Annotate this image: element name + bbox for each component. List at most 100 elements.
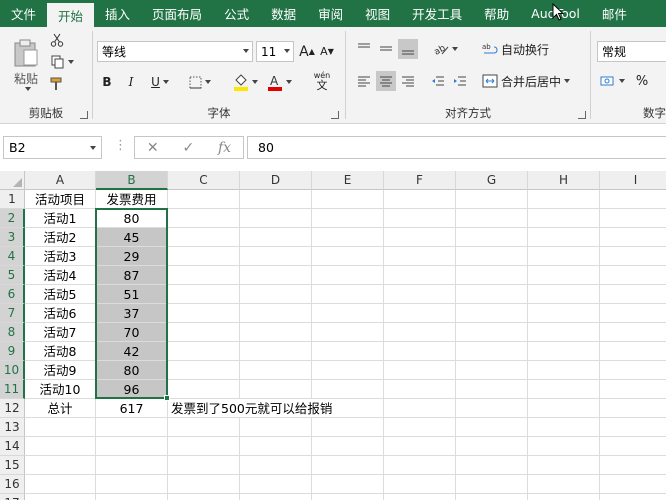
column-header-i[interactable]: I	[600, 171, 666, 190]
cell-c16[interactable]	[168, 475, 240, 494]
cell-g8[interactable]	[456, 323, 528, 342]
row-header-16[interactable]: 16	[0, 475, 25, 494]
align-left-button[interactable]	[354, 71, 374, 91]
tab-0[interactable]: 文件	[0, 0, 47, 27]
cell-d6[interactable]	[240, 285, 312, 304]
cell-i8[interactable]	[600, 323, 666, 342]
font-name-combo[interactable]: 等线	[97, 41, 253, 62]
cell-a16[interactable]	[25, 475, 96, 494]
column-header-h[interactable]: H	[528, 171, 600, 190]
cell-f13[interactable]	[384, 418, 456, 437]
cell-b17[interactable]	[96, 494, 168, 500]
cell-a11[interactable]: 活动10	[25, 380, 96, 399]
cell-g9[interactable]	[456, 342, 528, 361]
cell-a15[interactable]	[25, 456, 96, 475]
cell-e10[interactable]	[312, 361, 384, 380]
cell-c1[interactable]	[168, 190, 240, 209]
column-header-e[interactable]: E	[312, 171, 384, 190]
cell-i3[interactable]	[600, 228, 666, 247]
cell-g4[interactable]	[456, 247, 528, 266]
cell-e16[interactable]	[312, 475, 384, 494]
cell-c13[interactable]	[168, 418, 240, 437]
paste-button[interactable]: 粘贴	[6, 33, 46, 95]
cell-b10[interactable]: 80	[96, 361, 168, 380]
cell-i13[interactable]	[600, 418, 666, 437]
tab-11[interactable]: 邮件	[591, 0, 638, 27]
align-center-button[interactable]	[376, 71, 396, 91]
name-box[interactable]: B2	[3, 136, 102, 159]
column-header-d[interactable]: D	[240, 171, 312, 190]
cell-e13[interactable]	[312, 418, 384, 437]
format-painter-button[interactable]	[48, 75, 66, 93]
cell-h12[interactable]	[528, 399, 600, 418]
cell-g14[interactable]	[456, 437, 528, 456]
row-header-6[interactable]: 6	[0, 285, 25, 304]
cell-e5[interactable]	[312, 266, 384, 285]
cell-a2[interactable]: 活动1	[25, 209, 96, 228]
cell-e12[interactable]	[312, 399, 384, 418]
align-right-button[interactable]	[398, 71, 418, 91]
tab-9[interactable]: 帮助	[473, 0, 520, 27]
cell-c15[interactable]	[168, 456, 240, 475]
cell-c9[interactable]	[168, 342, 240, 361]
cell-f1[interactable]	[384, 190, 456, 209]
cell-i5[interactable]	[600, 266, 666, 285]
cell-b15[interactable]	[96, 456, 168, 475]
cell-a6[interactable]: 活动5	[25, 285, 96, 304]
cell-f12[interactable]	[384, 399, 456, 418]
column-header-a[interactable]: A	[25, 171, 96, 190]
cell-f17[interactable]	[384, 494, 456, 500]
cell-g12[interactable]	[456, 399, 528, 418]
number-format-combo[interactable]: 常规	[597, 41, 666, 62]
cell-g16[interactable]	[456, 475, 528, 494]
cell-a9[interactable]: 活动8	[25, 342, 96, 361]
cell-b11[interactable]: 96	[96, 380, 168, 399]
tab-2[interactable]: 插入	[94, 0, 141, 27]
cell-d12[interactable]	[240, 399, 312, 418]
cell-a7[interactable]: 活动6	[25, 304, 96, 323]
cell-e17[interactable]	[312, 494, 384, 500]
cell-e14[interactable]	[312, 437, 384, 456]
cell-f9[interactable]	[384, 342, 456, 361]
cell-f5[interactable]	[384, 266, 456, 285]
row-header-12[interactable]: 12	[0, 399, 25, 418]
cell-i15[interactable]	[600, 456, 666, 475]
cell-h1[interactable]	[528, 190, 600, 209]
column-header-b[interactable]: B	[96, 171, 168, 190]
cell-g7[interactable]	[456, 304, 528, 323]
cell-i16[interactable]	[600, 475, 666, 494]
cell-a3[interactable]: 活动2	[25, 228, 96, 247]
column-header-f[interactable]: F	[384, 171, 456, 190]
cell-f14[interactable]	[384, 437, 456, 456]
cell-f7[interactable]	[384, 304, 456, 323]
cell-a5[interactable]: 活动4	[25, 266, 96, 285]
font-color-button[interactable]: A	[263, 71, 295, 93]
cell-f3[interactable]	[384, 228, 456, 247]
enter-icon[interactable]: ✓	[182, 140, 194, 156]
row-header-4[interactable]: 4	[0, 247, 25, 266]
cell-c4[interactable]	[168, 247, 240, 266]
cell-b1[interactable]: 发票费用	[96, 190, 168, 209]
cell-c11[interactable]	[168, 380, 240, 399]
cell-h10[interactable]	[528, 361, 600, 380]
cell-d14[interactable]	[240, 437, 312, 456]
tab-1[interactable]: 开始	[47, 3, 95, 27]
row-header-15[interactable]: 15	[0, 456, 25, 475]
cell-h6[interactable]	[528, 285, 600, 304]
cell-a8[interactable]: 活动7	[25, 323, 96, 342]
cell-f10[interactable]	[384, 361, 456, 380]
cell-b2[interactable]: 80	[96, 209, 168, 228]
cell-f11[interactable]	[384, 380, 456, 399]
formula-bar-grip-icon[interactable]: ⋮	[114, 138, 127, 153]
row-header-2[interactable]: 2	[0, 209, 25, 228]
row-header-17[interactable]: 17	[0, 494, 25, 500]
cell-b12[interactable]: 617	[96, 399, 168, 418]
cell-e9[interactable]	[312, 342, 384, 361]
orientation-button[interactable]: ab	[430, 39, 460, 59]
cell-g13[interactable]	[456, 418, 528, 437]
cell-a10[interactable]: 活动9	[25, 361, 96, 380]
cell-a14[interactable]	[25, 437, 96, 456]
row-header-5[interactable]: 5	[0, 266, 25, 285]
cell-b14[interactable]	[96, 437, 168, 456]
font-launcher-icon[interactable]	[331, 111, 339, 119]
